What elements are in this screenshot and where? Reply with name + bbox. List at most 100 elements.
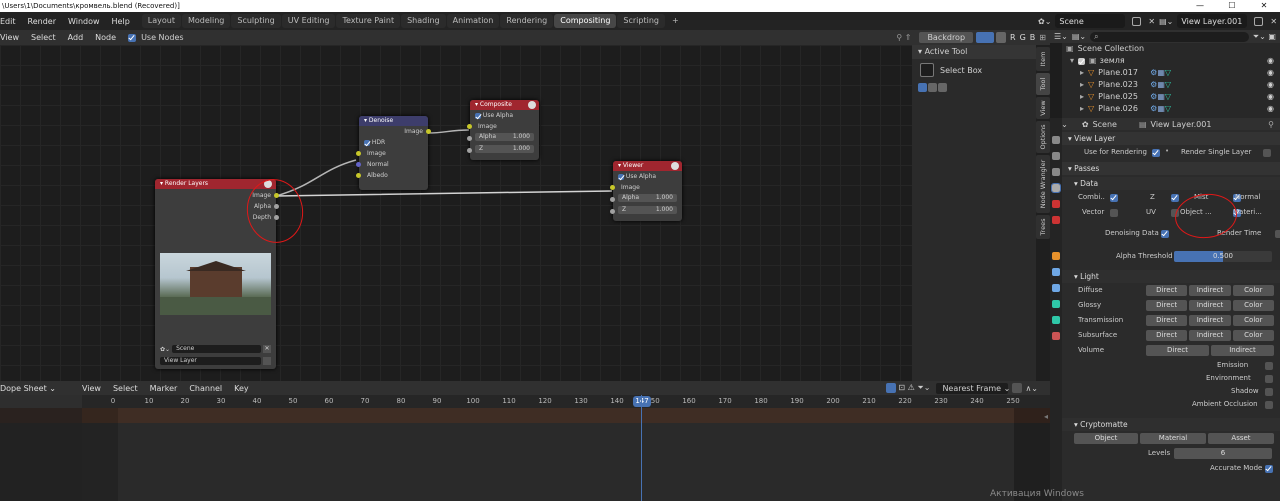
tab-node-wrangler[interactable]: Node Wrangler	[1036, 155, 1050, 213]
outliner-search[interactable]: ⌕	[1090, 31, 1249, 42]
menu-add[interactable]: Add	[62, 33, 90, 42]
shadow-checkbox[interactable]	[1265, 388, 1273, 396]
minimize-button[interactable]: —	[1184, 0, 1216, 12]
socket-normal-in[interactable]	[356, 162, 361, 167]
maximize-button[interactable]: ☐	[1216, 0, 1248, 12]
backdrop-button[interactable]: Backdrop	[919, 32, 974, 43]
alpha-threshold-slider[interactable]: 0.500	[1174, 251, 1272, 262]
light-pass-button[interactable]: Direct	[1146, 300, 1188, 311]
dope-sheet-body[interactable]: ◂	[0, 395, 1050, 501]
use-nodes-checkbox[interactable]	[128, 33, 137, 42]
cryptomatte-subpanel-header[interactable]: ▾ Cryptomatte	[1062, 418, 1280, 431]
properties-view-layer[interactable]: View Layer.001	[1151, 120, 1212, 129]
expand-icon[interactable]: ▾	[1070, 55, 1074, 67]
tool-tab-icon[interactable]	[1052, 136, 1060, 144]
mode-extend-icon[interactable]	[928, 83, 937, 92]
filter-icon[interactable]: ⏷⌄ ▣	[1253, 32, 1276, 42]
light-subpanel-header[interactable]: ▾ Light	[1062, 270, 1280, 283]
light-pass-button[interactable]: Indirect	[1189, 330, 1231, 341]
environment-checkbox[interactable]	[1265, 375, 1273, 383]
mode-subtract-icon[interactable]	[938, 83, 947, 92]
passes-panel-header[interactable]: ▾ Passes	[1062, 162, 1280, 175]
properties-scene[interactable]: Scene	[1093, 120, 1117, 129]
remove-scene-icon[interactable]: ✕	[1148, 17, 1155, 26]
pin-icon[interactable]: ⚲ ⇑	[896, 33, 911, 42]
scene-field[interactable]: Scene	[172, 345, 261, 353]
object-row[interactable]: ▸ ▽ Plane.025 ⚙ ▦ ▽ ◉	[1062, 91, 1280, 103]
light-pass-button[interactable]: Indirect	[1189, 285, 1231, 296]
visibility-eye-icon[interactable]: ◉	[1267, 79, 1274, 91]
tab-item[interactable]: Item	[1036, 47, 1050, 71]
channel-b[interactable]: B	[1030, 33, 1036, 42]
dope-menu-marker[interactable]: Marker	[144, 384, 184, 393]
tab-options[interactable]: Options	[1036, 121, 1050, 153]
socket-denoise-image-in[interactable]	[356, 151, 361, 156]
scene-selector[interactable]: Scene	[1055, 14, 1126, 28]
view-layer-panel-header[interactable]: ▾ View Layer	[1062, 132, 1280, 145]
light-pass-button[interactable]: Direct	[1146, 315, 1188, 326]
editor-mode-selector[interactable]: Dope Sheet ⌄	[0, 384, 60, 393]
composite-alpha-field[interactable]: Alpha 1.000	[475, 133, 534, 141]
menu-select[interactable]: Select	[25, 33, 62, 42]
expand-icon[interactable]: ▸	[1080, 67, 1084, 79]
object-row[interactable]: ▸ ▽ Plane.023 ⚙ ▦ ▽ ◉	[1062, 79, 1280, 91]
viewer-node[interactable]: ▾ Viewer Use Alpha Image Alpha 1.000 Z 1.0…	[610, 161, 682, 221]
world-tab-icon[interactable]	[1052, 216, 1060, 224]
output-tab-icon[interactable]	[1052, 168, 1060, 176]
animate-dot-icon[interactable]: •	[1165, 147, 1169, 155]
mode-new-icon[interactable]	[918, 83, 927, 92]
socket-composite-z[interactable]	[467, 148, 472, 153]
composite-header[interactable]: ▾ Composite	[470, 100, 539, 110]
render-layer-icon[interactable]	[263, 357, 271, 365]
modifier-tab-icon[interactable]	[1052, 268, 1060, 276]
denoise-node[interactable]: ▾ Denoise Image HDR Image Normal Albedo	[356, 116, 431, 190]
tab-modeling[interactable]: Modeling	[181, 14, 231, 28]
accurate-mode-checkbox[interactable]	[1265, 465, 1273, 473]
visibility-eye-icon[interactable]: ◉	[1267, 103, 1274, 115]
menu-edit[interactable]: Edit	[0, 17, 22, 26]
visibility-eye-icon[interactable]: ◉	[1267, 91, 1274, 103]
snap-icon[interactable]: ⊞	[1039, 33, 1046, 42]
node-editor-canvas[interactable]: ▾ Render Layers Image Alpha Depth ✿⌄ Sce…	[0, 45, 912, 381]
light-pass-button[interactable]: Color	[1232, 330, 1274, 341]
render-single-layer-checkbox[interactable]	[1263, 149, 1272, 157]
visibility-eye-icon[interactable]: ◉	[1267, 67, 1274, 79]
tab-texture-paint[interactable]: Texture Paint	[336, 14, 401, 28]
particles-tab-icon[interactable]	[1052, 284, 1060, 292]
crypto-asset-button[interactable]: Asset	[1208, 433, 1274, 444]
channel-r[interactable]: R	[1010, 33, 1016, 42]
socket-albedo-in[interactable]	[356, 173, 361, 178]
collection-checkbox[interactable]	[1078, 57, 1086, 65]
crypto-object-button[interactable]: Object	[1074, 433, 1138, 444]
object-row[interactable]: ▸ ▽ Plane.017 ⚙ ▦ ▽ ◉	[1062, 67, 1280, 79]
proportional-icon[interactable]	[1012, 383, 1023, 393]
socket-viewer-image[interactable]	[610, 185, 615, 190]
object-tab-icon[interactable]	[1052, 252, 1060, 260]
expand-icon[interactable]: ▸	[1080, 79, 1084, 91]
view-layer-selector[interactable]: View Layer.001	[1177, 14, 1248, 28]
tab-scripting[interactable]: Scripting	[617, 14, 665, 28]
new-scene-icon[interactable]	[1132, 16, 1142, 26]
levels-field[interactable]: 6	[1174, 448, 1272, 459]
light-pass-button[interactable]: Direct	[1146, 345, 1209, 356]
ambient-occlusion-checkbox[interactable]	[1265, 401, 1273, 409]
tab-shading[interactable]: Shading	[401, 14, 446, 28]
light-pass-button[interactable]: Direct	[1146, 285, 1188, 296]
composite-use-alpha-checkbox[interactable]	[475, 112, 481, 119]
timeline-ruler[interactable]: 0 10 20 30 40 50 60 70 80 90 100 110 120…	[0, 395, 1050, 408]
render-time-checkbox[interactable]	[1275, 230, 1280, 238]
filter-icon[interactable]: ⊡ ⚠ ⏷⌄	[898, 383, 930, 393]
dope-menu-key[interactable]: Key	[228, 384, 255, 393]
tab-layout[interactable]: Layout	[141, 14, 181, 28]
menu-help[interactable]: Help	[106, 17, 136, 26]
tab-compositing[interactable]: Compositing	[554, 14, 617, 28]
denoising-data-checkbox[interactable]	[1161, 230, 1169, 238]
z-checkbox[interactable]	[1171, 194, 1180, 202]
alpha-mode-icon[interactable]	[996, 32, 1007, 43]
menu-window[interactable]: Window	[62, 17, 106, 26]
expand-icon[interactable]: ▸	[1080, 91, 1084, 103]
menu-view[interactable]: View	[0, 33, 25, 42]
crypto-material-button[interactable]: Material	[1140, 433, 1206, 444]
render-tab-icon[interactable]	[1052, 152, 1060, 160]
combined-checkbox[interactable]	[1110, 194, 1118, 202]
